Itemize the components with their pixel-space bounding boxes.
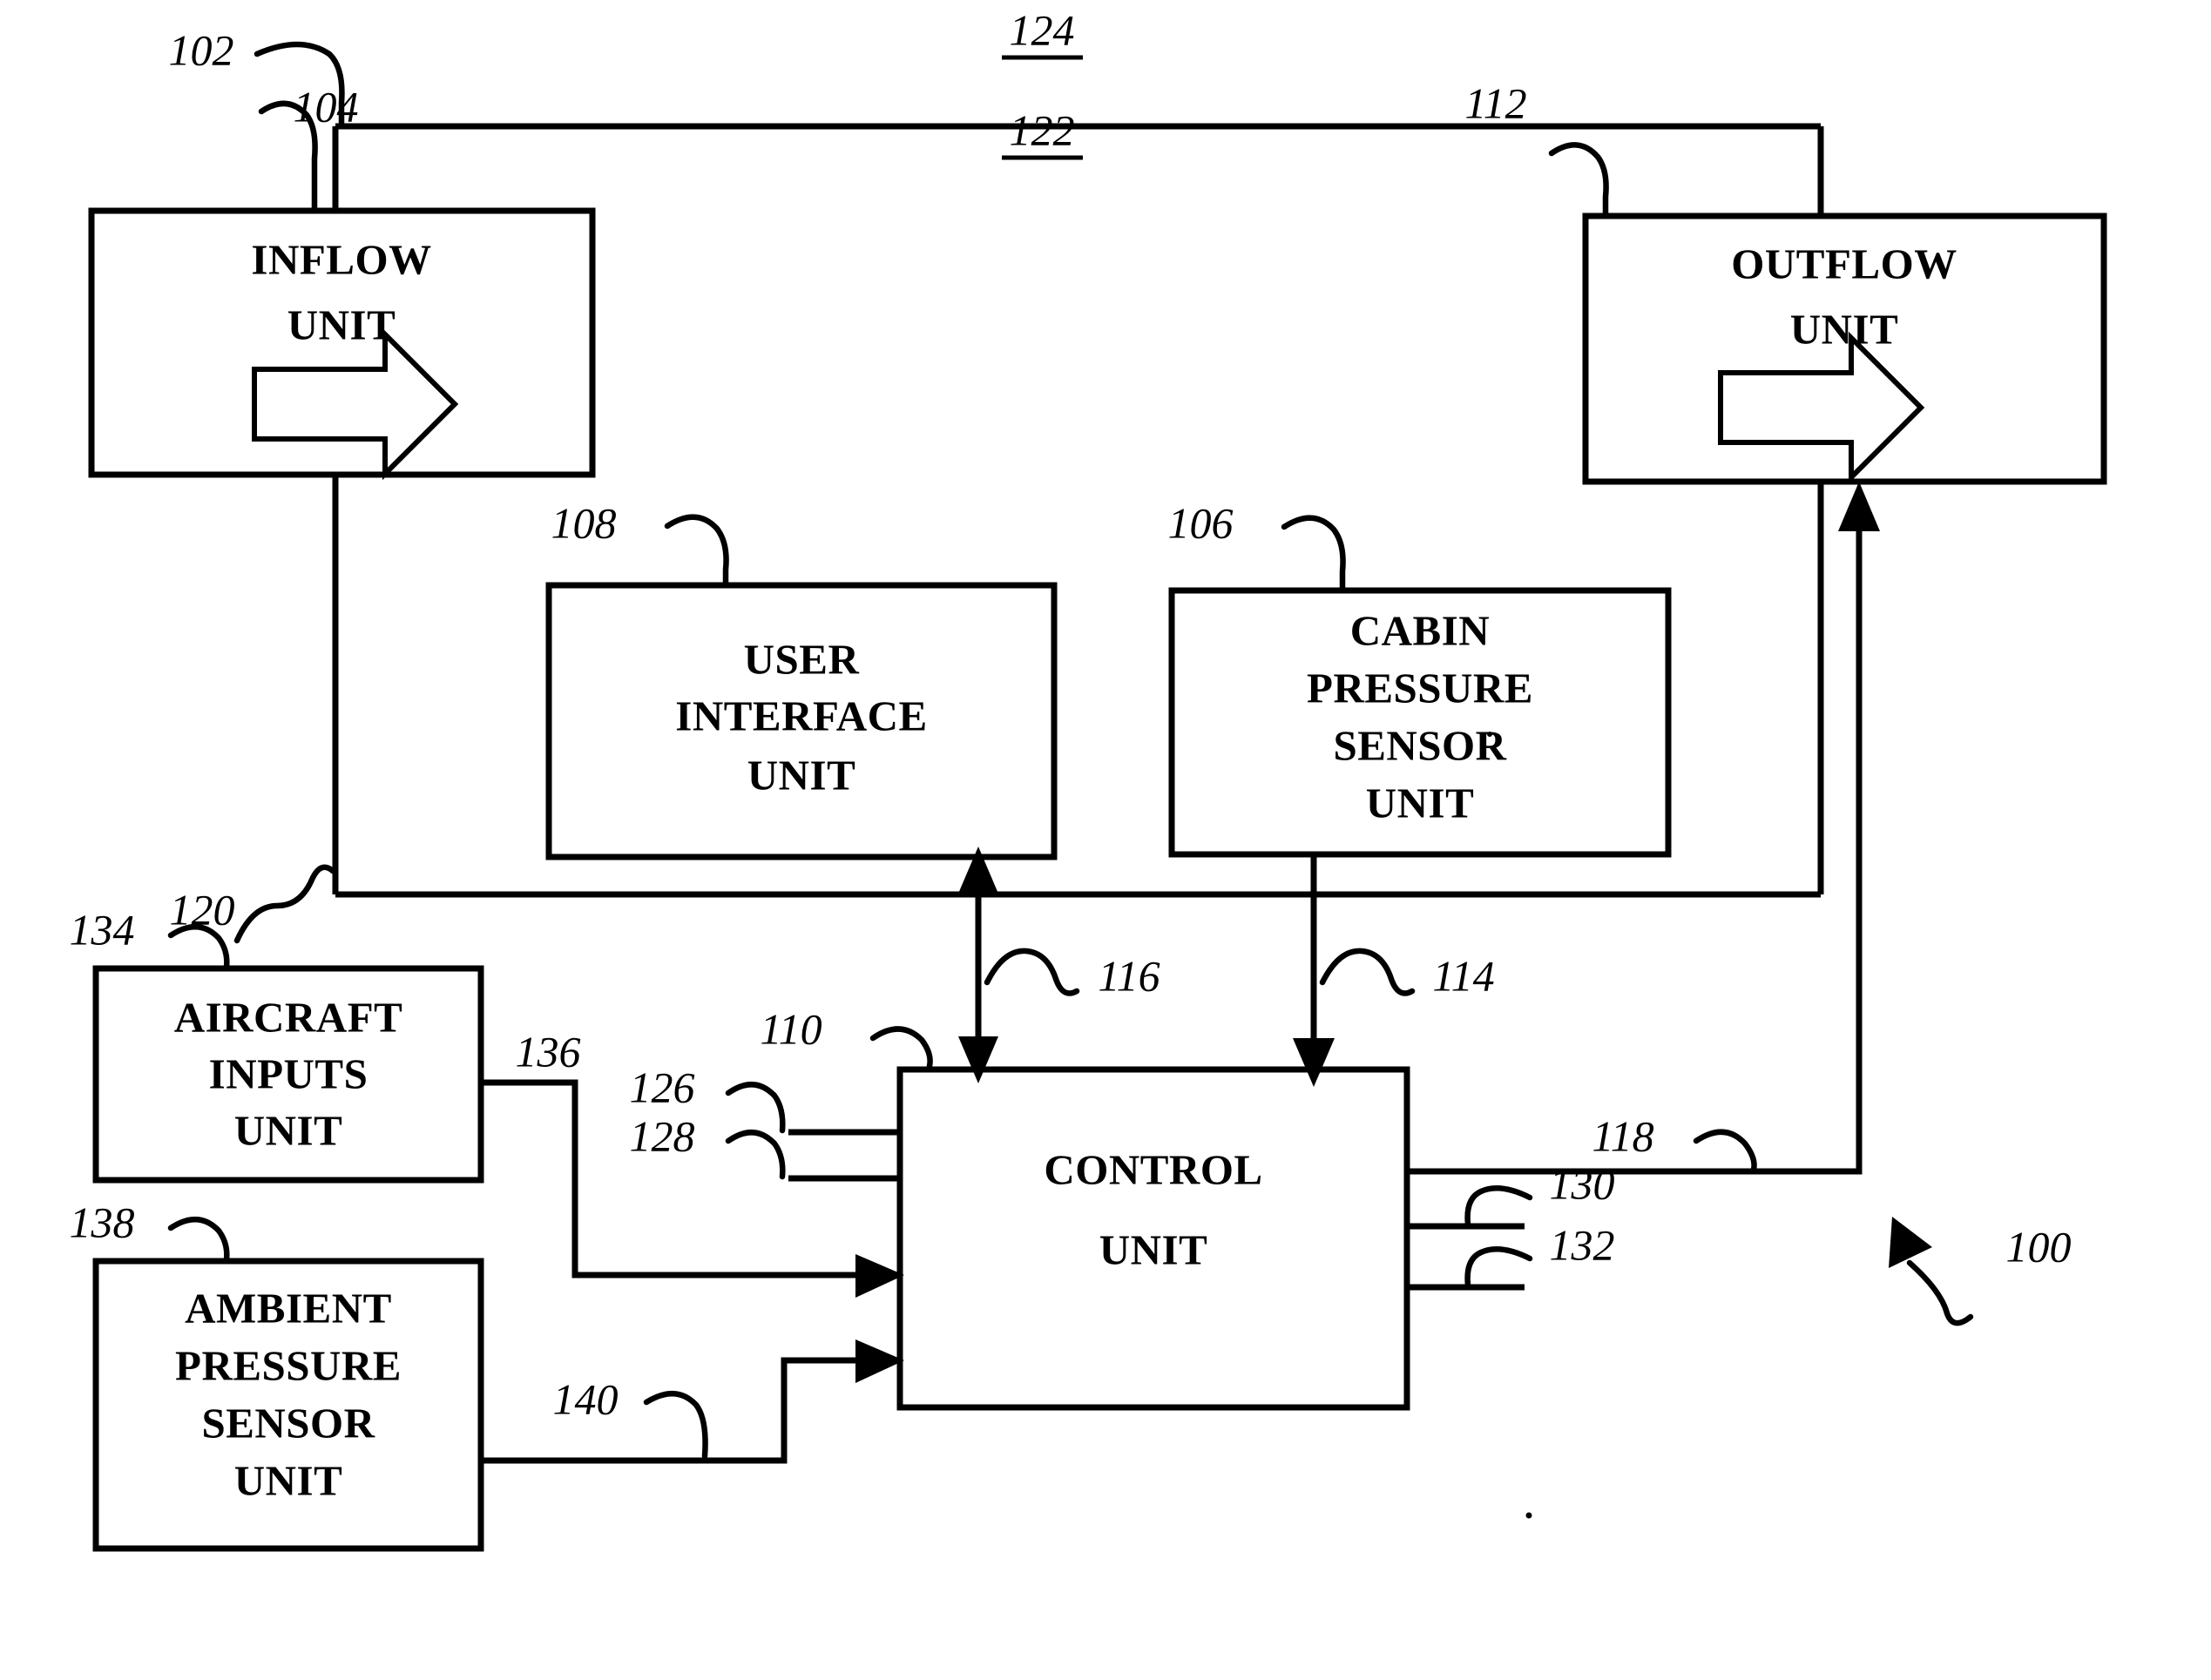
ref-numeral-110: 110 xyxy=(760,1004,822,1053)
ref-numeral-106: 106 xyxy=(1168,498,1234,547)
leader-130 xyxy=(1464,1185,1533,1228)
ref-numeral-108: 108 xyxy=(551,498,617,547)
ref-numeral-132: 132 xyxy=(1550,1220,1615,1269)
outflow-unit-label-line2: UNIT xyxy=(1790,305,1899,353)
ref-numeral-112: 112 xyxy=(1464,78,1526,127)
leader-128 xyxy=(725,1129,786,1180)
ref-numeral-100: 100 xyxy=(2006,1222,2072,1271)
ambient-pressure-sensor-label-line2: PRESSURE xyxy=(175,1341,402,1389)
ref-numeral-116: 116 xyxy=(1098,951,1160,1000)
aircraft-inputs-unit-label-line2: INPUTS xyxy=(209,1049,368,1097)
leader-106 xyxy=(1281,515,1346,592)
cabin-pressure-sensor-label-line4: UNIT xyxy=(1366,779,1475,827)
leader-110 xyxy=(869,1026,933,1069)
ref-numeral-140: 140 xyxy=(553,1374,619,1423)
ref-numeral-114: 114 xyxy=(1432,951,1494,1000)
scan-speck xyxy=(1487,732,1492,737)
leader-108 xyxy=(664,514,729,587)
signal-118-arrowhead xyxy=(1838,482,1880,531)
ref-numeral-128: 128 xyxy=(630,1111,695,1160)
leader-100 xyxy=(1906,1259,1974,1326)
ref-numeral-124: 124 xyxy=(1010,5,1075,54)
ambient-pressure-sensor-label-line1: AMBIENT xyxy=(185,1284,392,1332)
aircraft-inputs-unit-label-line3: UNIT xyxy=(234,1106,343,1154)
ref-numeral-126: 126 xyxy=(630,1063,695,1111)
ref-numeral-134: 134 xyxy=(70,905,135,954)
diagram-canvas: INFLOW UNIT OUTFLOW UNIT USER INTERFACE … xyxy=(70,5,2107,1552)
ambient-pressure-sensor-label-line4: UNIT xyxy=(234,1456,343,1504)
leader-118 xyxy=(1693,1129,1757,1173)
ref-numeral-136: 136 xyxy=(516,1027,581,1076)
leader-126 xyxy=(725,1081,786,1134)
leader-112 xyxy=(1548,142,1609,218)
signal-140-line xyxy=(481,1357,871,1464)
user-interface-unit-label-line2: INTERFACE xyxy=(675,692,927,739)
control-unit-label-line2: UNIT xyxy=(1099,1225,1208,1273)
ref-numeral-138: 138 xyxy=(70,1198,135,1246)
leader-120 xyxy=(233,864,336,944)
cabin-pressure-sensor-label-line1: CABIN xyxy=(1350,606,1490,654)
cabin-pressure-sensor-label-line2: PRESSURE xyxy=(1307,664,1533,712)
scan-speck-2 xyxy=(1525,1512,1532,1519)
user-interface-unit-label-line1: USER xyxy=(744,635,860,683)
aircraft-inputs-unit-label-line1: AIRCRAFT xyxy=(174,993,403,1041)
inflow-unit-label-line2: UNIT xyxy=(287,300,396,348)
leader-114 xyxy=(1319,948,1416,996)
patent-figure: INFLOW UNIT OUTFLOW UNIT USER INTERFACE … xyxy=(0,0,2211,1680)
ref-numeral-104: 104 xyxy=(294,82,359,131)
cabin-pressure-sensor-label-line3: SENSOR xyxy=(1333,721,1506,769)
leader-132 xyxy=(1464,1246,1533,1289)
ambient-pressure-sensor-label-line3: SENSOR xyxy=(201,1399,375,1447)
ref-numeral-118: 118 xyxy=(1592,1111,1653,1160)
control-unit-label-line1: CONTROL xyxy=(1044,1145,1262,1193)
outflow-unit-label-line1: OUTFLOW xyxy=(1731,240,1957,287)
leader-140 xyxy=(643,1390,708,1460)
ref-numeral-102: 102 xyxy=(169,25,234,74)
leader-116 xyxy=(984,948,1080,996)
user-interface-unit-label-line3: UNIT xyxy=(747,751,856,799)
leader-138 xyxy=(167,1216,230,1263)
ref-numeral-130: 130 xyxy=(1550,1159,1615,1208)
inflow-unit-label-line1: INFLOW xyxy=(251,235,431,283)
ref-numeral-122: 122 xyxy=(1010,105,1075,154)
